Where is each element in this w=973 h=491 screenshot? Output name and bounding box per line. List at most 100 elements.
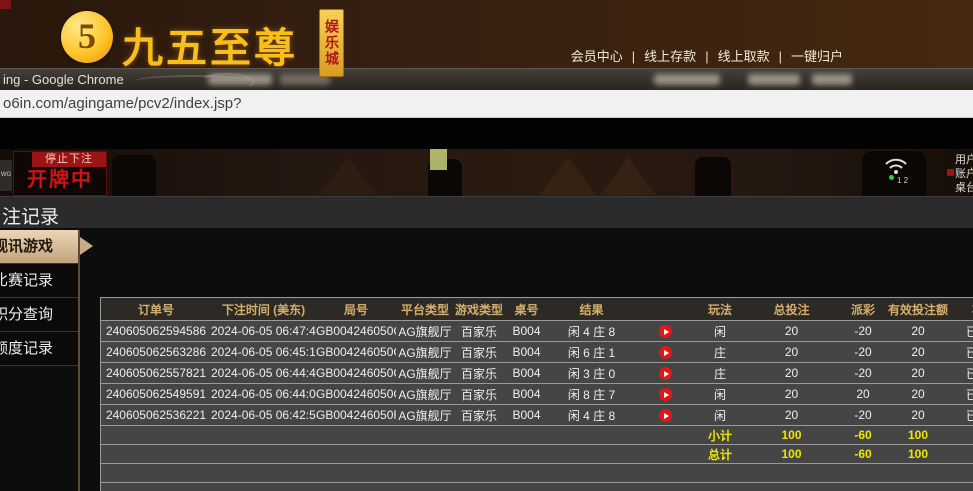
sidebar-item-额度记录[interactable]: 额度记录 <box>0 332 78 366</box>
sum-bet-cell: 100 <box>744 426 839 445</box>
sidebar-item-积分查询[interactable]: 积分查询 <box>0 298 78 332</box>
play-replay-button[interactable] <box>659 346 672 359</box>
column-header: 桌号 <box>504 298 549 321</box>
empty-cell <box>454 483 504 491</box>
round-cell: GB004246050G3 <box>316 342 396 363</box>
empty-cell <box>949 483 973 491</box>
empty-cell <box>396 445 454 464</box>
play-replay-button[interactable] <box>659 388 672 401</box>
empty-cell <box>696 483 744 491</box>
red-marker <box>947 169 954 176</box>
platform-cell: AG旗舰厅 <box>396 363 454 384</box>
play-replay-button[interactable] <box>659 367 672 380</box>
yellow-card <box>430 149 447 170</box>
payout-cell: -20 <box>839 321 887 342</box>
game-status-box: 停止下注 开牌中 <box>13 151 107 196</box>
valid-bet-cell: 20 <box>887 384 949 405</box>
empty-cell <box>504 464 549 483</box>
chrome-titlebar[interactable]: ing - Google Chrome <box>0 68 973 90</box>
empty-cell <box>396 483 454 491</box>
empty-cell <box>504 426 549 445</box>
nav-separator: | <box>705 49 708 64</box>
nav-separator: | <box>779 49 782 64</box>
nav-link[interactable]: 一键归户 <box>791 49 843 64</box>
side-widget: WG <box>0 160 12 191</box>
page-titlebar: 注记录 <box>0 196 973 228</box>
empty-cell <box>887 464 949 483</box>
column-header: 总投注 <box>744 298 839 321</box>
brand-badge: 娱乐城 <box>319 9 344 77</box>
overlay-labels: 用户账户桌台 <box>955 153 973 195</box>
table-header-row: 订单号下注时间 (美东)局号平台类型游戏类型桌号结果玩法总投注派彩有效投注额状态 <box>101 298 973 321</box>
replay-cell <box>634 363 696 384</box>
play-replay-button[interactable] <box>659 409 672 422</box>
sum-valid-cell: 100 <box>887 445 949 464</box>
nav-link[interactable]: 线上存款 <box>644 49 696 64</box>
sum-label-cell: 小计 <box>696 426 744 445</box>
order-cell: 240605062557821 <box>101 363 211 384</box>
chrome-urlbar[interactable]: o6in.com/agingame/pcv2/index.jsp? <box>0 90 973 118</box>
empty-row <box>101 464 973 483</box>
video-overlay-label: 账户 <box>955 167 973 181</box>
total-row: 总计100-60100 <box>101 445 973 464</box>
game-cell: 百家乐 <box>454 363 504 384</box>
empty-cell <box>396 426 454 445</box>
play-replay-button[interactable] <box>659 325 672 338</box>
column-header: 平台类型 <box>396 298 454 321</box>
nav-separator: | <box>632 49 635 64</box>
table-no-cell: B004 <box>504 342 549 363</box>
overlay-numbers: 1 2 <box>897 176 908 185</box>
empty-cell <box>949 445 973 464</box>
status-cell: 已结算 <box>949 405 973 426</box>
empty-cell <box>454 445 504 464</box>
nav-link[interactable]: 线上取款 <box>718 49 770 64</box>
empty-cell <box>887 483 949 491</box>
round-cell: GB004246050G7 <box>316 321 396 342</box>
result-cell: 闲 6 庄 1 <box>549 342 634 363</box>
column-header: 有效投注额 <box>887 298 949 321</box>
time-cell: 2024-06-05 06:47:47 <box>211 321 316 342</box>
blurred-account-info <box>812 74 852 85</box>
nav-link[interactable]: 会员中心 <box>571 49 623 64</box>
video-strip: WG 停止下注 开牌中 1 2 用户账户桌台 <box>0 149 973 196</box>
valid-bet-cell: 20 <box>887 363 949 384</box>
result-cell: 闲 8 庄 7 <box>549 384 634 405</box>
table-row: 2406050625632862024-06-05 06:45:14GB0042… <box>101 342 973 363</box>
order-cell: 240605062563286 <box>101 342 211 363</box>
game-cell: 百家乐 <box>454 405 504 426</box>
payout-cell: 20 <box>839 384 887 405</box>
play-type-cell: 闲 <box>696 405 744 426</box>
column-header: 结果 <box>549 298 634 321</box>
round-cell: GB004246050G1 <box>316 384 396 405</box>
column-header: 局号 <box>316 298 396 321</box>
empty-cell <box>696 464 744 483</box>
brand-title: 九五至尊 <box>122 14 298 74</box>
table-row: 2406050625578212024-06-05 06:44:44GB0042… <box>101 363 973 384</box>
backdrop-shape <box>540 157 596 195</box>
replay-cell <box>634 321 696 342</box>
blurred-text <box>208 74 272 85</box>
table-row: 2406050625945862024-06-05 06:47:47GB0042… <box>101 321 973 342</box>
blurred-account-info <box>654 74 720 85</box>
column-header: 玩法 <box>696 298 744 321</box>
video-overlay-label: 用户 <box>955 153 973 167</box>
empty-cell <box>504 483 549 491</box>
replay-cell <box>634 342 696 363</box>
empty-cell <box>211 464 316 483</box>
empty-cell <box>504 445 549 464</box>
game-cell: 百家乐 <box>454 384 504 405</box>
logo-icon: 5 <box>61 11 113 63</box>
table-no-cell: B004 <box>504 363 549 384</box>
platform-cell: AG旗舰厅 <box>396 384 454 405</box>
bet-cell: 20 <box>744 384 839 405</box>
sum-valid-cell: 100 <box>887 426 949 445</box>
play-type-cell: 闲 <box>696 321 744 342</box>
dealer-silhouette <box>695 157 731 196</box>
site-banner: 5 九五至尊 娱乐城 会员中心|线上存款|线上取款|一键归户 <box>0 0 973 68</box>
sum-label-cell: 总计 <box>696 445 744 464</box>
order-cell: 240605062536221 <box>101 405 211 426</box>
table-no-cell: B004 <box>504 405 549 426</box>
backdrop-shape <box>320 157 376 195</box>
empty-cell <box>839 464 887 483</box>
order-cell: 240605062549591 <box>101 384 211 405</box>
